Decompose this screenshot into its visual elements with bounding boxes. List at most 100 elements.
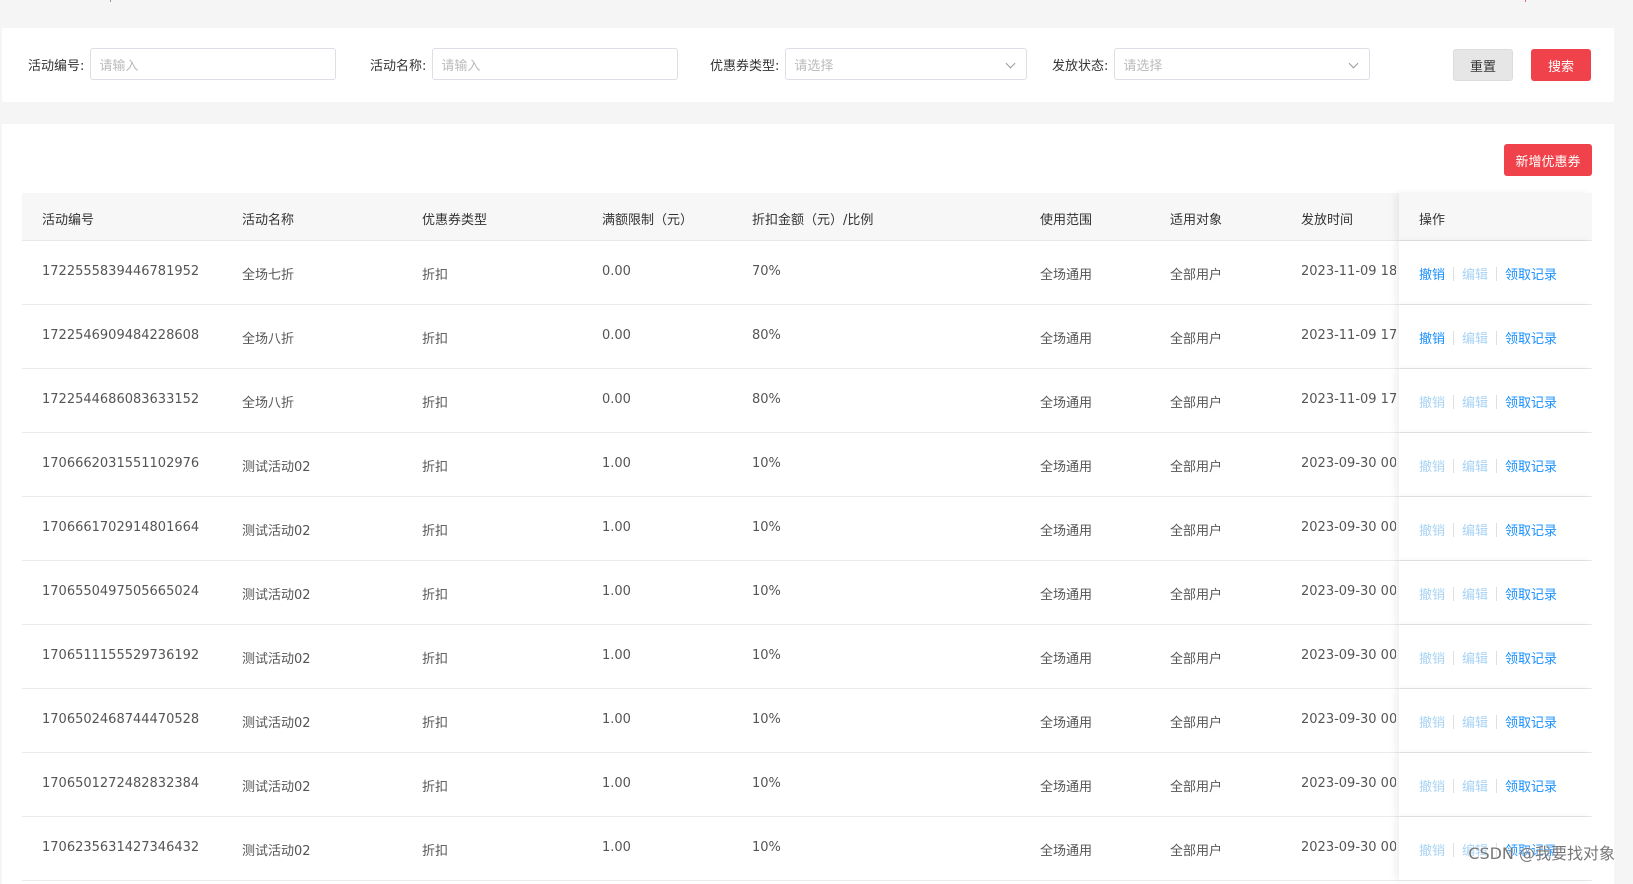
revoke-link[interactable]: 撤销 xyxy=(1419,776,1445,795)
action-divider xyxy=(1496,523,1497,537)
edit-link[interactable]: 编辑 xyxy=(1462,520,1488,539)
cell-activity-id: 1722555839446781952 xyxy=(42,264,199,279)
issue-status-select[interactable]: 请选择 xyxy=(1114,48,1370,80)
header-actions: 操作 xyxy=(1419,209,1445,228)
header-activity-id: 活动编号 xyxy=(42,209,94,228)
cell-activity-id: 1722544686083633152 xyxy=(42,392,199,407)
table-body: 1722555839446781952全场七折折扣0.0070%全场通用全部用户… xyxy=(22,241,1592,881)
edit-link[interactable]: 编辑 xyxy=(1462,328,1488,347)
cell-scope: 全场通用 xyxy=(1040,648,1092,667)
row-actions: 撤销编辑领取记录 xyxy=(1419,584,1557,603)
claim-records-link[interactable]: 领取记录 xyxy=(1505,264,1557,283)
search-button[interactable]: 搜索 xyxy=(1531,49,1591,81)
cell-activity-id: 1706662031551102976 xyxy=(42,456,199,471)
cell-target: 全部用户 xyxy=(1170,840,1222,859)
cell-discount: 10% xyxy=(752,456,781,471)
cell-threshold: 0.00 xyxy=(602,328,631,343)
cell-target: 全部用户 xyxy=(1170,392,1222,411)
revoke-link[interactable]: 撤销 xyxy=(1419,712,1445,731)
activity-id-input[interactable]: 请输入 xyxy=(90,48,336,80)
revoke-link[interactable]: 撤销 xyxy=(1419,520,1445,539)
action-divider xyxy=(1496,779,1497,793)
chevron-down-icon xyxy=(1349,59,1359,69)
cell-scope: 全场通用 xyxy=(1040,776,1092,795)
cell-scope: 全场通用 xyxy=(1040,264,1092,283)
activity-name-input[interactable]: 请输入 xyxy=(432,48,678,80)
cell-activity-name: 测试活动02 xyxy=(242,840,311,859)
cell-activity-name: 测试活动02 xyxy=(242,520,311,539)
claim-records-link[interactable]: 领取记录 xyxy=(1505,712,1557,731)
revoke-link[interactable]: 撤销 xyxy=(1419,456,1445,475)
cell-discount: 10% xyxy=(752,776,781,791)
issue-status-label: 发放状态: xyxy=(1052,55,1108,74)
edit-link[interactable]: 编辑 xyxy=(1462,264,1488,283)
cell-threshold: 1.00 xyxy=(602,648,631,663)
revoke-link[interactable]: 撤销 xyxy=(1419,648,1445,667)
revoke-link[interactable]: 撤销 xyxy=(1419,392,1445,411)
edit-link[interactable]: 编辑 xyxy=(1462,392,1488,411)
cell-issue-time: 2023-09-30 00 xyxy=(1301,840,1396,855)
cell-threshold: 1.00 xyxy=(602,456,631,471)
claim-records-link[interactable]: 领取记录 xyxy=(1505,520,1557,539)
revoke-link[interactable]: 撤销 xyxy=(1419,584,1445,603)
coupon-type-select[interactable]: 请选择 xyxy=(785,48,1027,80)
activity-name-filter: 活动名称: 请输入 xyxy=(370,48,678,80)
claim-records-link[interactable]: 领取记录 xyxy=(1505,648,1557,667)
action-divider xyxy=(1453,267,1454,281)
table-row: 1722544686083633152全场八折折扣0.0080%全场通用全部用户… xyxy=(22,369,1592,433)
edit-link[interactable]: 编辑 xyxy=(1462,584,1488,603)
edit-link[interactable]: 编辑 xyxy=(1462,776,1488,795)
revoke-link[interactable]: 撤销 xyxy=(1419,328,1445,347)
activity-id-filter: 活动编号: 请输入 xyxy=(28,48,336,80)
edit-link[interactable]: 编辑 xyxy=(1462,712,1488,731)
top-strip xyxy=(0,0,1633,28)
cell-issue-time: 2023-11-09 17 xyxy=(1301,328,1396,343)
action-divider xyxy=(1453,843,1454,857)
activity-id-placeholder: 请输入 xyxy=(99,55,138,74)
claim-records-link[interactable]: 领取记录 xyxy=(1505,328,1557,347)
cell-activity-id: 1706550497505665024 xyxy=(42,584,199,599)
cell-scope: 全场通用 xyxy=(1040,456,1092,475)
action-divider xyxy=(1496,395,1497,409)
cell-target: 全部用户 xyxy=(1170,648,1222,667)
add-coupon-button[interactable]: 新增优惠券 xyxy=(1504,144,1592,176)
row-actions: 撤销编辑领取记录 xyxy=(1419,648,1557,667)
revoke-link[interactable]: 撤销 xyxy=(1419,264,1445,283)
cell-scope: 全场通用 xyxy=(1040,712,1092,731)
coupon-type-label: 优惠券类型: xyxy=(710,55,779,74)
claim-records-link[interactable]: 领取记录 xyxy=(1505,584,1557,603)
activity-name-placeholder: 请输入 xyxy=(441,55,480,74)
actions-cell: 撤销编辑领取记录 xyxy=(1399,625,1592,688)
cell-activity-name: 测试活动02 xyxy=(242,712,311,731)
cell-scope: 全场通用 xyxy=(1040,840,1092,859)
cell-coupon-type: 折扣 xyxy=(422,840,448,859)
claim-records-link[interactable]: 领取记录 xyxy=(1505,456,1557,475)
row-actions: 撤销编辑领取记录 xyxy=(1419,392,1557,411)
cell-target: 全部用户 xyxy=(1170,520,1222,539)
cell-discount: 80% xyxy=(752,392,781,407)
action-divider xyxy=(1453,331,1454,345)
cell-issue-time: 2023-11-09 18 xyxy=(1301,264,1396,279)
revoke-link[interactable]: 撤销 xyxy=(1419,840,1445,859)
cell-threshold: 1.00 xyxy=(602,712,631,727)
cell-issue-time: 2023-09-30 00 xyxy=(1301,712,1396,727)
cell-discount: 10% xyxy=(752,648,781,663)
edit-link[interactable]: 编辑 xyxy=(1462,456,1488,475)
claim-records-link[interactable]: 领取记录 xyxy=(1505,776,1557,795)
cell-coupon-type: 折扣 xyxy=(422,648,448,667)
header-coupon-type: 优惠券类型 xyxy=(422,209,487,228)
reset-button[interactable]: 重置 xyxy=(1453,49,1513,81)
claim-records-link[interactable]: 领取记录 xyxy=(1505,392,1557,411)
action-divider xyxy=(1496,715,1497,729)
issue-status-filter: 发放状态: 请选择 xyxy=(1052,48,1370,80)
table-row: 1722546909484228608全场八折折扣0.0080%全场通用全部用户… xyxy=(22,305,1592,369)
issue-status-placeholder: 请选择 xyxy=(1123,55,1162,74)
edit-link[interactable]: 编辑 xyxy=(1462,648,1488,667)
cell-coupon-type: 折扣 xyxy=(422,456,448,475)
cell-activity-name: 测试活动02 xyxy=(242,648,311,667)
actions-cell: 撤销编辑领取记录 xyxy=(1399,497,1592,560)
cell-target: 全部用户 xyxy=(1170,584,1222,603)
cell-threshold: 0.00 xyxy=(602,264,631,279)
cell-threshold: 1.00 xyxy=(602,776,631,791)
action-divider xyxy=(1453,779,1454,793)
